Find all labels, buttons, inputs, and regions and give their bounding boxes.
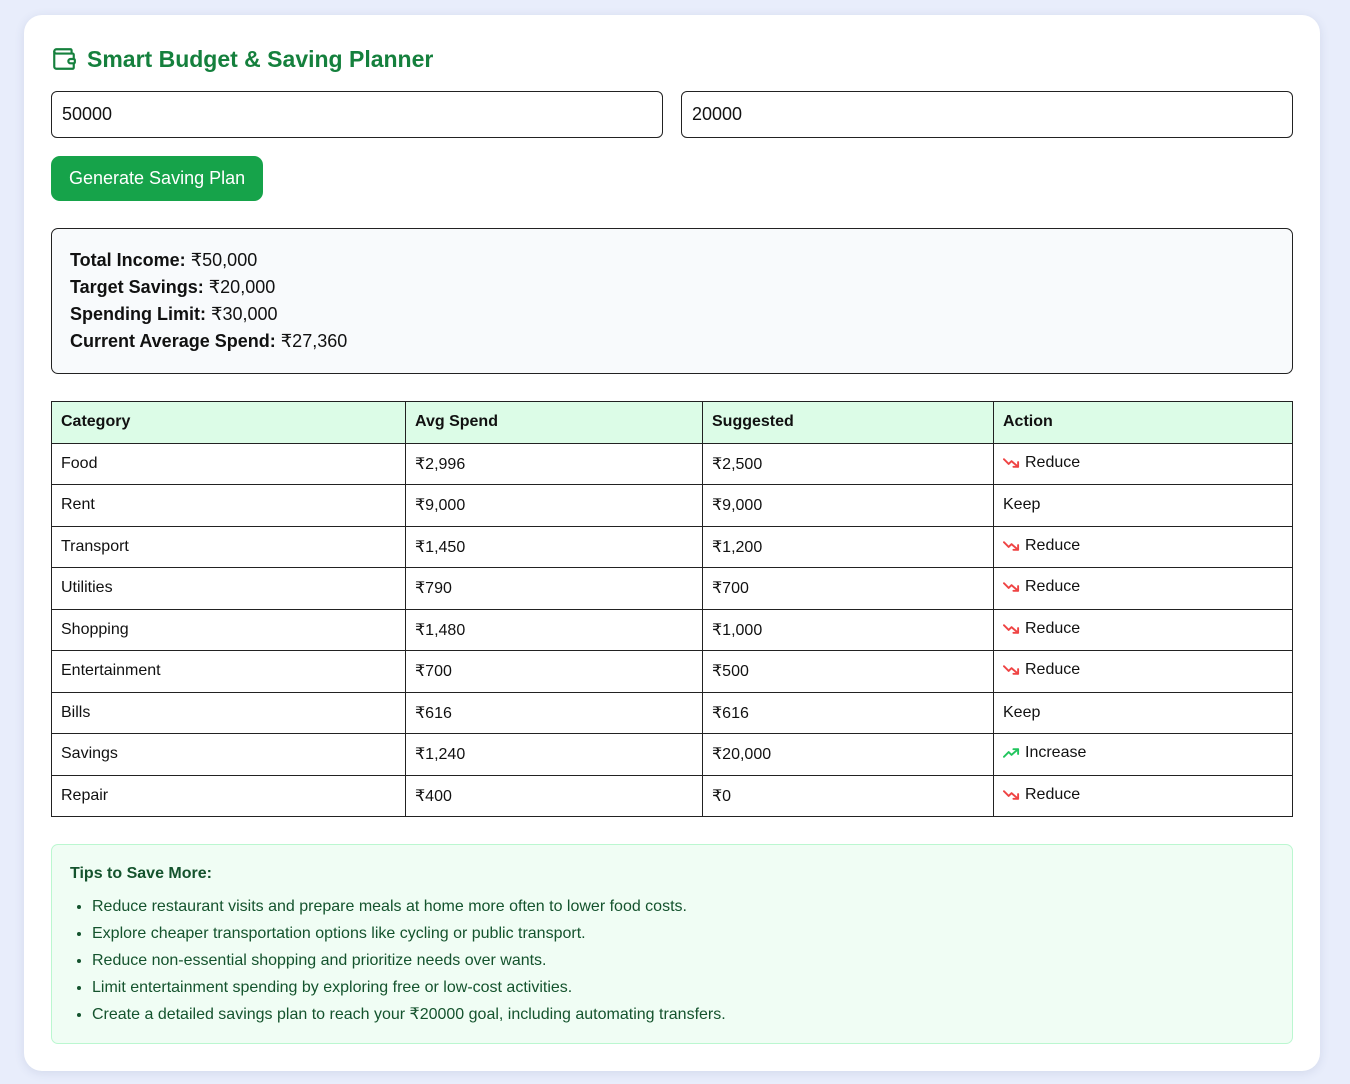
wallet-icon: [51, 46, 77, 72]
table-row: Utilities ₹790 ₹700 Reduce: [51, 567, 1293, 610]
action-wrap: Increase: [1003, 744, 1086, 762]
cell-category: Food: [51, 442, 406, 485]
action-wrap: Keep: [1003, 496, 1040, 514]
cell-suggested: ₹0: [702, 774, 994, 817]
action-label: Reduce: [1025, 453, 1081, 471]
summary-income: Total Income: ₹50,000: [70, 250, 258, 270]
table-row: Repair ₹400 ₹0 Reduce: [51, 774, 1293, 817]
cell-avg: ₹1,450: [405, 525, 703, 568]
tips-title: Tips to Save More:: [70, 865, 212, 882]
table-row: Shopping ₹1,480 ₹1,000 Reduce: [51, 608, 1293, 651]
planner-card: Smart Budget & Saving Planner Generate S…: [24, 15, 1320, 1071]
cell-action: Increase: [993, 733, 1293, 776]
cell-avg: ₹790: [405, 567, 703, 610]
cell-action: Reduce: [993, 608, 1293, 651]
cell-category: Bills: [51, 691, 406, 734]
cell-category: Utilities: [51, 567, 406, 610]
action-label: Reduce: [1025, 619, 1081, 637]
action-wrap: Reduce: [1003, 661, 1080, 679]
savings-target-input[interactable]: [681, 91, 1293, 138]
summary-target: Target Savings: ₹20,000: [70, 277, 276, 297]
tip-item: Limit entertainment spending by explorin…: [92, 974, 1274, 1001]
cell-action: Reduce: [993, 525, 1293, 568]
cell-action: Reduce: [993, 442, 1293, 485]
cell-avg: ₹700: [405, 650, 703, 693]
trend-down-icon: [1003, 664, 1020, 676]
cell-category: Transport: [51, 525, 406, 568]
cell-suggested: ₹2,500: [702, 442, 994, 485]
cell-suggested: ₹20,000: [702, 733, 994, 776]
input-row: [51, 91, 1293, 138]
cell-avg: ₹400: [405, 774, 703, 817]
cell-avg: ₹2,996: [405, 442, 703, 485]
action-wrap: Reduce: [1003, 537, 1080, 555]
cell-action: Reduce: [993, 567, 1293, 610]
table-row: Bills ₹616 ₹616 Keep: [51, 691, 1293, 734]
tips-list: Reduce restaurant visits and prepare mea…: [92, 893, 1274, 1028]
cell-action: Keep: [993, 691, 1293, 734]
action-wrap: Keep: [1003, 704, 1040, 722]
tip-item: Explore cheaper transportation options l…: [92, 920, 1274, 947]
table-row: Transport ₹1,450 ₹1,200 Reduce: [51, 525, 1293, 568]
action-wrap: Reduce: [1003, 454, 1080, 472]
trend-down-icon: [1003, 457, 1020, 469]
header-category: Category: [51, 401, 406, 444]
cell-suggested: ₹1,200: [702, 525, 994, 568]
summary-limit: Spending Limit: ₹30,000: [70, 304, 278, 324]
tip-item: Create a detailed savings plan to reach …: [92, 1001, 1274, 1028]
header-avg-spend: Avg Spend: [405, 401, 703, 444]
cell-action: Reduce: [993, 774, 1293, 817]
cell-category: Entertainment: [51, 650, 406, 693]
action-label: Keep: [1003, 496, 1041, 514]
page-title: Smart Budget & Saving Planner: [87, 45, 434, 72]
budget-table: Category Avg Spend Suggested Action Food…: [51, 401, 1293, 817]
trend-down-icon: [1003, 581, 1020, 593]
cell-suggested: ₹500: [702, 650, 994, 693]
summary-avg: Current Average Spend: ₹27,360: [70, 331, 348, 351]
action-label: Increase: [1025, 744, 1087, 762]
tip-item: Reduce non-essential shopping and priori…: [92, 947, 1274, 974]
trend-down-icon: [1003, 789, 1020, 801]
header-suggested: Suggested: [702, 401, 994, 444]
action-wrap: Reduce: [1003, 578, 1080, 596]
header: Smart Budget & Saving Planner: [51, 44, 1293, 74]
header-action: Action: [993, 401, 1293, 444]
cell-avg: ₹616: [405, 691, 703, 734]
action-wrap: Reduce: [1003, 620, 1080, 638]
trend-down-icon: [1003, 540, 1020, 552]
cell-category: Savings: [51, 733, 406, 776]
tip-item: Reduce restaurant visits and prepare mea…: [92, 893, 1274, 920]
cell-action: Keep: [993, 484, 1293, 527]
cell-category: Repair: [51, 774, 406, 817]
generate-plan-button[interactable]: Generate Saving Plan: [51, 156, 264, 201]
cell-avg: ₹9,000: [405, 484, 703, 527]
income-input[interactable]: [51, 91, 663, 138]
cell-suggested: ₹9,000: [702, 484, 994, 527]
trend-down-icon: [1003, 623, 1020, 635]
cell-action: Reduce: [993, 650, 1293, 693]
tips-box: Tips to Save More: Reduce restaurant vis…: [51, 844, 1293, 1044]
table-row: Savings ₹1,240 ₹20,000 Increase: [51, 733, 1293, 776]
cell-suggested: ₹1,000: [702, 608, 994, 651]
action-label: Reduce: [1025, 785, 1081, 803]
table-row: Rent ₹9,000 ₹9,000 Keep: [51, 484, 1293, 527]
action-label: Reduce: [1025, 536, 1081, 554]
action-wrap: Reduce: [1003, 786, 1080, 804]
cell-category: Rent: [51, 484, 406, 527]
summary-box: Total Income: ₹50,000 Target Savings: ₹2…: [51, 228, 1293, 374]
cell-avg: ₹1,480: [405, 608, 703, 651]
cell-avg: ₹1,240: [405, 733, 703, 776]
cell-category: Shopping: [51, 608, 406, 651]
action-label: Reduce: [1025, 661, 1081, 679]
table-row: Entertainment ₹700 ₹500 Reduce: [51, 650, 1293, 693]
table-row: Food ₹2,996 ₹2,500 Reduce: [51, 442, 1293, 485]
action-label: Reduce: [1025, 578, 1081, 596]
trend-up-icon: [1003, 747, 1020, 759]
table-header-row: Category Avg Spend Suggested Action: [51, 401, 1293, 444]
action-label: Keep: [1003, 703, 1041, 721]
cell-suggested: ₹700: [702, 567, 994, 610]
cell-suggested: ₹616: [702, 691, 994, 734]
